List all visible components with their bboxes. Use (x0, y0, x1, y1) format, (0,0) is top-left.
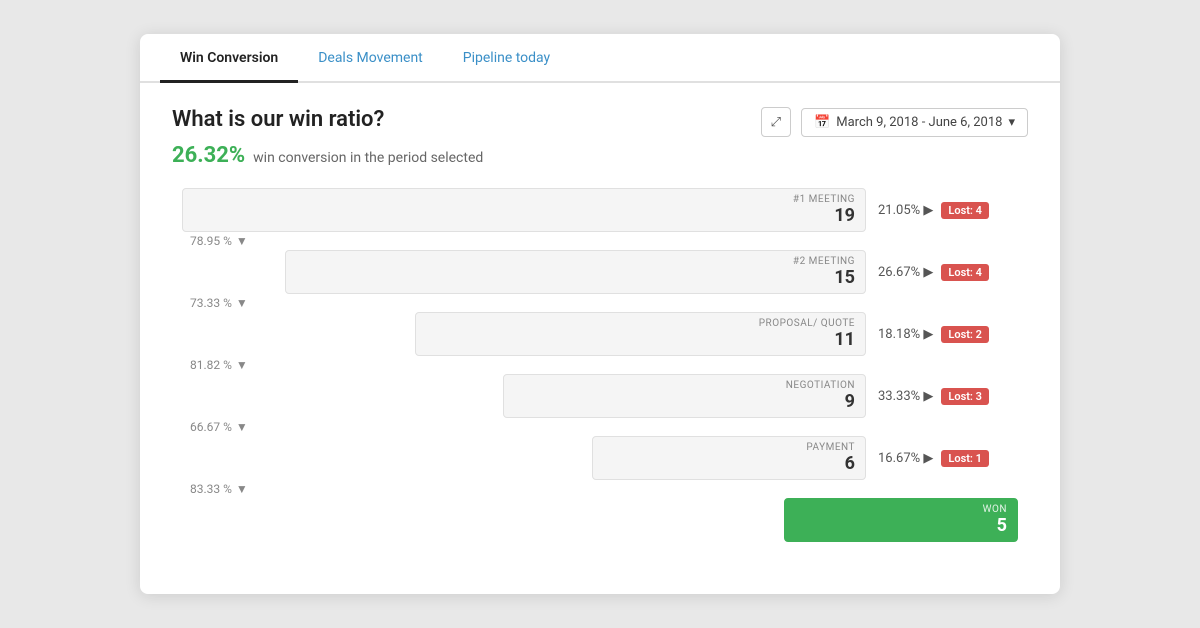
right-info-meeting2: 26.67% ▶ Lost: 4 (878, 264, 1018, 281)
page-title: What is our win ratio? (172, 107, 384, 132)
lost-badge-meeting1[interactable]: Lost: 4 (941, 202, 989, 219)
funnel-row-meeting1: #1 MEETING19 21.05% ▶ Lost: 4 (182, 188, 1018, 232)
lost-badge-proposal[interactable]: Lost: 2 (941, 326, 989, 343)
bar-payment[interactable]: PAYMENT6 (592, 436, 866, 480)
funnel-row-proposal: PROPOSAL/ QUOTE11 18.18% ▶ Lost: 2 (182, 312, 1018, 356)
lost-badge-payment[interactable]: Lost: 1 (941, 450, 989, 467)
bar-label-meeting2: #2 MEETING (793, 256, 855, 267)
arrow-down-icon-payment: ▼ (236, 482, 248, 496)
bar-meeting1[interactable]: #1 MEETING19 (182, 188, 866, 232)
right-info-meeting1: 21.05% ▶ Lost: 4 (878, 202, 1018, 219)
transition-row-proposal: 81.82 % ▼ (182, 356, 1018, 374)
bar-label-payment: PAYMENT (806, 442, 855, 453)
bar-proposal[interactable]: PROPOSAL/ QUOTE11 (415, 312, 866, 356)
bar-value-won: 5 (997, 515, 1007, 536)
bar-wrapper-proposal: PROPOSAL/ QUOTE11 (182, 312, 866, 356)
arrow-down-icon-proposal: ▼ (236, 358, 248, 372)
lost-badge-meeting2[interactable]: Lost: 4 (941, 264, 989, 281)
conversion-pct-negotiation: 33.33% ▶ (878, 389, 933, 404)
transition-pct-meeting1: 78.95 % (190, 234, 232, 248)
bar-label-negotiation: NEGOTIATION (786, 380, 855, 391)
transition-row-payment: 83.33 % ▼ (182, 480, 1018, 498)
bar-wrapper-payment: PAYMENT6 (182, 436, 866, 480)
date-range-picker[interactable]: 📅 March 9, 2018 - June 6, 2018 ▾ (801, 108, 1028, 137)
win-percentage: 26.32% (172, 143, 245, 168)
conversion-pct-proposal: 18.18% ▶ (878, 327, 933, 342)
transition-pct-negotiation: 66.67 % (190, 420, 232, 434)
funnel-container: #1 MEETING1921.05% ▶Lost: 478.95 % ▼#2 M… (172, 188, 1028, 542)
funnel-row-meeting2: #2 MEETING15 26.67% ▶ Lost: 4 (182, 250, 1018, 294)
bar-value-payment: 6 (845, 453, 855, 474)
win-description: win conversion in the period selected (253, 150, 483, 166)
tabs-container: Win Conversion Deals Movement Pipeline t… (140, 34, 1060, 83)
tab-win-conversion[interactable]: Win Conversion (160, 34, 298, 83)
bar-wrapper-won: WON5 (182, 498, 1018, 542)
date-range-label: March 9, 2018 - June 6, 2018 (836, 115, 1002, 130)
main-card: Win Conversion Deals Movement Pipeline t… (140, 34, 1060, 594)
arrow-down-icon-meeting1: ▼ (236, 234, 248, 248)
bar-value-meeting2: 15 (834, 267, 855, 288)
tab-deals-movement[interactable]: Deals Movement (298, 34, 443, 83)
funnel-row-won: WON5 (182, 498, 1018, 542)
bar-won[interactable]: WON5 (784, 498, 1018, 542)
calendar-icon: 📅 (814, 115, 830, 130)
bar-wrapper-meeting1: #1 MEETING19 (182, 188, 866, 232)
bar-meeting2[interactable]: #2 MEETING15 (285, 250, 866, 294)
transition-pct-payment: 83.33 % (190, 482, 232, 496)
bar-negotiation[interactable]: NEGOTIATION9 (503, 374, 866, 418)
transition-pct-proposal: 81.82 % (190, 358, 232, 372)
bar-value-negotiation: 9 (845, 391, 855, 412)
right-info-proposal: 18.18% ▶ Lost: 2 (878, 326, 1018, 343)
bar-wrapper-meeting2: #2 MEETING15 (182, 250, 866, 294)
bar-label-proposal: PROPOSAL/ QUOTE (759, 318, 855, 329)
conversion-pct-meeting2: 26.67% ▶ (878, 265, 933, 280)
header-actions: ⤢ 📅 March 9, 2018 - June 6, 2018 ▾ (761, 107, 1028, 137)
transition-row-meeting1: 78.95 % ▼ (182, 232, 1018, 250)
win-ratio-row: 26.32% win conversion in the period sele… (172, 143, 1028, 168)
transition-row-meeting2: 73.33 % ▼ (182, 294, 1018, 312)
expand-button[interactable]: ⤢ (761, 107, 791, 137)
content-area: What is our win ratio? ⤢ 📅 March 9, 2018… (140, 83, 1060, 566)
right-info-payment: 16.67% ▶ Lost: 1 (878, 450, 1018, 467)
header-row: What is our win ratio? ⤢ 📅 March 9, 2018… (172, 107, 1028, 137)
bar-label-won: WON (983, 504, 1007, 515)
conversion-pct-meeting1: 21.05% ▶ (878, 203, 933, 218)
bar-label-meeting1: #1 MEETING (793, 194, 855, 205)
bar-wrapper-negotiation: NEGOTIATION9 (182, 374, 866, 418)
funnel-row-negotiation: NEGOTIATION9 33.33% ▶ Lost: 3 (182, 374, 1018, 418)
bar-value-proposal: 11 (834, 329, 855, 350)
transition-pct-meeting2: 73.33 % (190, 296, 232, 310)
lost-badge-negotiation[interactable]: Lost: 3 (941, 388, 989, 405)
chevron-down-icon: ▾ (1008, 115, 1015, 130)
bar-value-meeting1: 19 (834, 205, 855, 226)
transition-row-negotiation: 66.67 % ▼ (182, 418, 1018, 436)
right-info-negotiation: 33.33% ▶ Lost: 3 (878, 388, 1018, 405)
funnel-row-payment: PAYMENT6 16.67% ▶ Lost: 1 (182, 436, 1018, 480)
tab-pipeline-today[interactable]: Pipeline today (443, 34, 570, 83)
arrow-down-icon-negotiation: ▼ (236, 420, 248, 434)
arrow-down-icon-meeting2: ▼ (236, 296, 248, 310)
conversion-pct-payment: 16.67% ▶ (878, 451, 933, 466)
